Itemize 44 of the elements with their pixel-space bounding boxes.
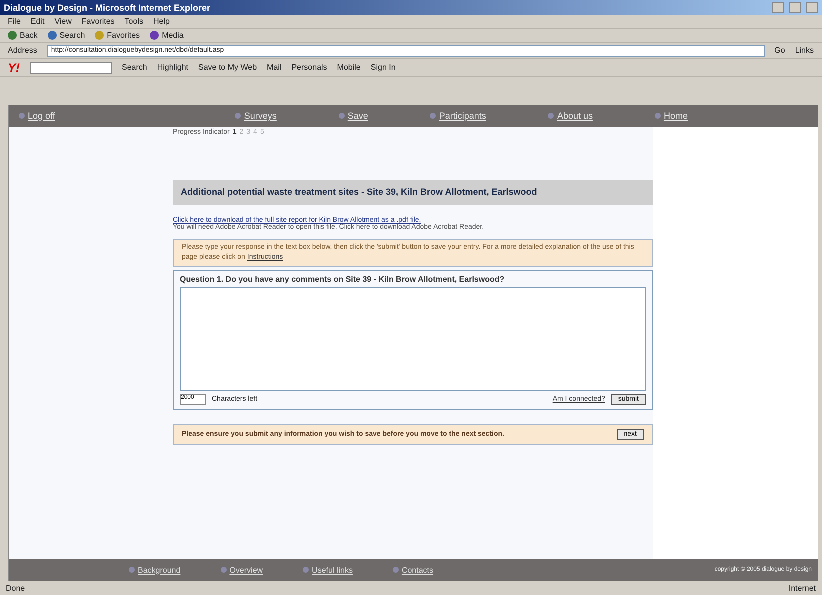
question-text: Question 1. Do you have any comments on Site 39 - Kiln Brow Allotment, Earlswood?	[180, 275, 506, 284]
nav-link[interactable]: Participants	[430, 111, 486, 121]
footer-link[interactable]: Contacts	[392, 566, 434, 574]
minimize-button[interactable]	[772, 2, 784, 13]
menu-item[interactable]: Tools	[124, 17, 144, 26]
window-title: Dialogue by Design - Microsoft Internet Explorer	[4, 2, 211, 12]
links-button[interactable]: Links	[795, 46, 814, 55]
answer-box[interactable]	[180, 287, 646, 391]
search-field[interactable]	[30, 62, 112, 74]
toolbar-button[interactable]: Back	[8, 31, 38, 40]
toolbar-button[interactable]: Search	[122, 63, 148, 72]
nav-link[interactable]: Log off	[19, 111, 56, 121]
menu-item[interactable]: Edit	[30, 17, 45, 26]
nav-link[interactable]: Save	[338, 111, 368, 121]
maximize-button[interactable]	[789, 2, 801, 13]
toolbar-button[interactable]: Search	[48, 31, 86, 40]
page-heading: Additional potential waste treatment sites - Site 39, Kiln Brow Allotment, Earlswood	[173, 180, 653, 205]
footer-link[interactable]: Overview	[220, 566, 264, 574]
footer-link[interactable]: Useful links	[303, 566, 353, 574]
zone-label: Internet	[788, 584, 816, 592]
toolbar-icon	[8, 31, 17, 40]
menu-item[interactable]: Favorites	[82, 17, 115, 26]
toolbar-icon	[150, 31, 160, 40]
toolbar-button[interactable]: Personals	[292, 63, 328, 72]
toolbar-icon	[95, 31, 104, 40]
nav-link[interactable]: About us	[548, 111, 593, 121]
close-button[interactable]	[806, 2, 818, 13]
toolbar-button[interactable]: Mobile	[337, 63, 361, 72]
toolbar-button[interactable]: Media	[150, 31, 184, 40]
menu-item[interactable]: Help	[153, 17, 170, 26]
toolbar-icon	[48, 31, 57, 40]
nav-link[interactable]: Surveys	[235, 111, 277, 121]
go-button[interactable]: Go	[774, 46, 786, 55]
footer-link[interactable]: Background	[129, 566, 181, 574]
toolbar-button[interactable]: Save to My Web	[198, 63, 258, 72]
nav-link[interactable]: Home	[654, 111, 688, 121]
menu-item[interactable]: File	[8, 17, 21, 26]
toolbar-button[interactable]: Highlight	[157, 63, 188, 72]
toolbar-button[interactable]: Sign In	[370, 63, 396, 72]
address-label: Address	[8, 46, 38, 55]
toolbar-button[interactable]: Mail	[267, 63, 282, 72]
status-text: Done	[6, 584, 26, 592]
toolbar-button[interactable]: Favorites	[95, 31, 140, 40]
menu-item[interactable]: View	[54, 17, 72, 26]
